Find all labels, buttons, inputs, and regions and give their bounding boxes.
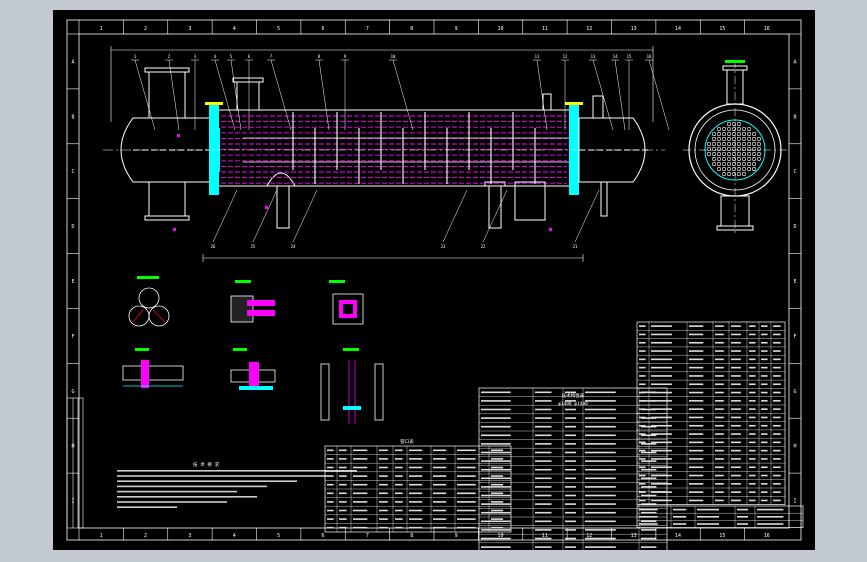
frame-left-letter: E <box>71 279 74 285</box>
frame-bottom-number: 15 <box>719 533 725 539</box>
frame-bottom-number: 7 <box>366 533 369 539</box>
leader-label: 2 <box>168 54 171 59</box>
frame-left-letter: A <box>71 59 74 65</box>
frame-top-number: 8 <box>410 26 413 32</box>
frame-left-letter: G <box>71 389 74 395</box>
leader-label: 15 <box>627 54 632 59</box>
leader-label: 6 <box>248 54 251 59</box>
frame-left-letter: B <box>71 114 74 120</box>
frame-right-letter: E <box>793 279 796 285</box>
leader-label: 8 <box>318 54 321 59</box>
frame-top-number: 14 <box>675 26 681 32</box>
frame-top-number: 13 <box>631 26 637 32</box>
frame-top-number: 1 <box>100 26 103 32</box>
frame-top-number: 6 <box>322 26 325 32</box>
frame-top-number: 12 <box>586 26 592 32</box>
technical-notes: 技 术 要 求 <box>117 461 357 508</box>
frame-left-letter: D <box>71 224 74 230</box>
frame-right-letters: A B C D E F G H I <box>789 33 801 505</box>
heat-exchanger-drawing: 1 2 3 4 5 6 7 8 9 10 11 12 13 14 15 16 1 2 3 4 5 6 7 8 9 10 11 12 1… <box>66 19 804 552</box>
frame-top-number: 9 <box>455 26 458 32</box>
shell <box>219 77 573 229</box>
leader-label: 13 <box>591 54 596 59</box>
drawing-frame <box>66 19 802 541</box>
notes-title: 技 术 要 求 <box>193 461 220 468</box>
parts-list-table <box>636 321 786 505</box>
leader-label: 22 <box>481 244 486 249</box>
left-revision-strip <box>66 397 84 529</box>
frame-top-number: 5 <box>277 26 280 32</box>
frame-right-letter: H <box>793 444 796 450</box>
leader-label: 21 <box>573 244 578 249</box>
right-flange-top <box>565 102 583 105</box>
lower-dimension <box>202 254 584 262</box>
frame-top-number: 10 <box>498 26 504 32</box>
leader-label: 24 <box>291 244 296 249</box>
frame-bottom-number: 4 <box>233 533 236 539</box>
frame-top-number: 2 <box>144 26 147 32</box>
leader-label: 23 <box>441 244 446 249</box>
frame-left-letter: C <box>71 169 74 175</box>
frame-right-letter: C <box>793 169 796 175</box>
leader-label: 25 <box>251 244 256 249</box>
leader-label: 7 <box>270 54 273 59</box>
nozzle-table-title: 管口表 <box>400 438 414 445</box>
frame-bottom-number: 8 <box>410 533 413 539</box>
leader-label: 11 <box>535 54 540 59</box>
leader-label: 26 <box>211 244 216 249</box>
leader-label: 9 <box>344 54 347 59</box>
frame-right-letter: G <box>793 389 796 395</box>
frame-bottom-number: 16 <box>764 533 770 539</box>
frame-bottom-number: 13 <box>631 533 637 539</box>
frame-top-number: 16 <box>764 26 770 32</box>
leader-label: 10 <box>391 54 396 59</box>
cad-viewport[interactable]: 1 2 3 4 5 6 7 8 9 10 11 12 13 14 15 16 1 2 3 4 5 6 7 8 9 10 11 12 1… <box>53 10 815 552</box>
frame-right-letter: I <box>793 499 796 505</box>
frame-right-letter: D <box>793 224 796 230</box>
leader-label: 12 <box>563 54 568 59</box>
leader-label: 3 <box>194 54 197 59</box>
frame-bottom-number: 14 <box>675 533 681 539</box>
leader-label: 16 <box>647 54 652 59</box>
frame-top-number: 11 <box>542 26 548 32</box>
spec-table-title: 技术特性表 <box>562 392 585 399</box>
spec-table: 技术特性表 φ1400 φ1400 <box>478 387 668 552</box>
leader-label: 14 <box>613 54 618 59</box>
left-flange-top <box>205 102 223 105</box>
left-channel <box>120 67 214 221</box>
tube-bundle <box>221 115 567 184</box>
frame-bottom-number: 9 <box>455 533 458 539</box>
frame-left-letter: F <box>71 334 74 340</box>
frame-top-number: 4 <box>233 26 236 32</box>
frame-right-letter: B <box>793 114 796 120</box>
detail-views <box>122 276 384 424</box>
main-elevation-view: 1 2 3 4 5 6 7 8 9 10 11 12 13 14 15 16 26 25 24 23 22 21 <box>103 46 670 262</box>
spec-row: φ1400 φ1400 <box>558 401 588 407</box>
end-view <box>683 60 787 234</box>
leader-label: 5 <box>230 54 233 59</box>
leader-label: 1 <box>134 54 137 59</box>
leader-label: 4 <box>214 54 217 59</box>
frame-top-number: 15 <box>719 26 725 32</box>
frame-top-number: 7 <box>366 26 369 32</box>
frame-bottom-number: 1 <box>100 533 103 539</box>
frame-top-number: 3 <box>188 26 191 32</box>
frame-bottom-number: 5 <box>277 533 280 539</box>
frame-bottom-number: 2 <box>144 533 147 539</box>
frame-bottom-number: 3 <box>188 533 191 539</box>
frame-top-numbers: 1 2 3 4 5 6 7 8 9 10 11 12 13 14 15 16 <box>78 20 770 34</box>
frame-bottom-number: 6 <box>322 533 325 539</box>
frame-right-letter: F <box>793 334 796 340</box>
baffles <box>243 112 569 184</box>
frame-right-letter: A <box>793 59 796 65</box>
end-view-tube-holes <box>706 122 761 177</box>
